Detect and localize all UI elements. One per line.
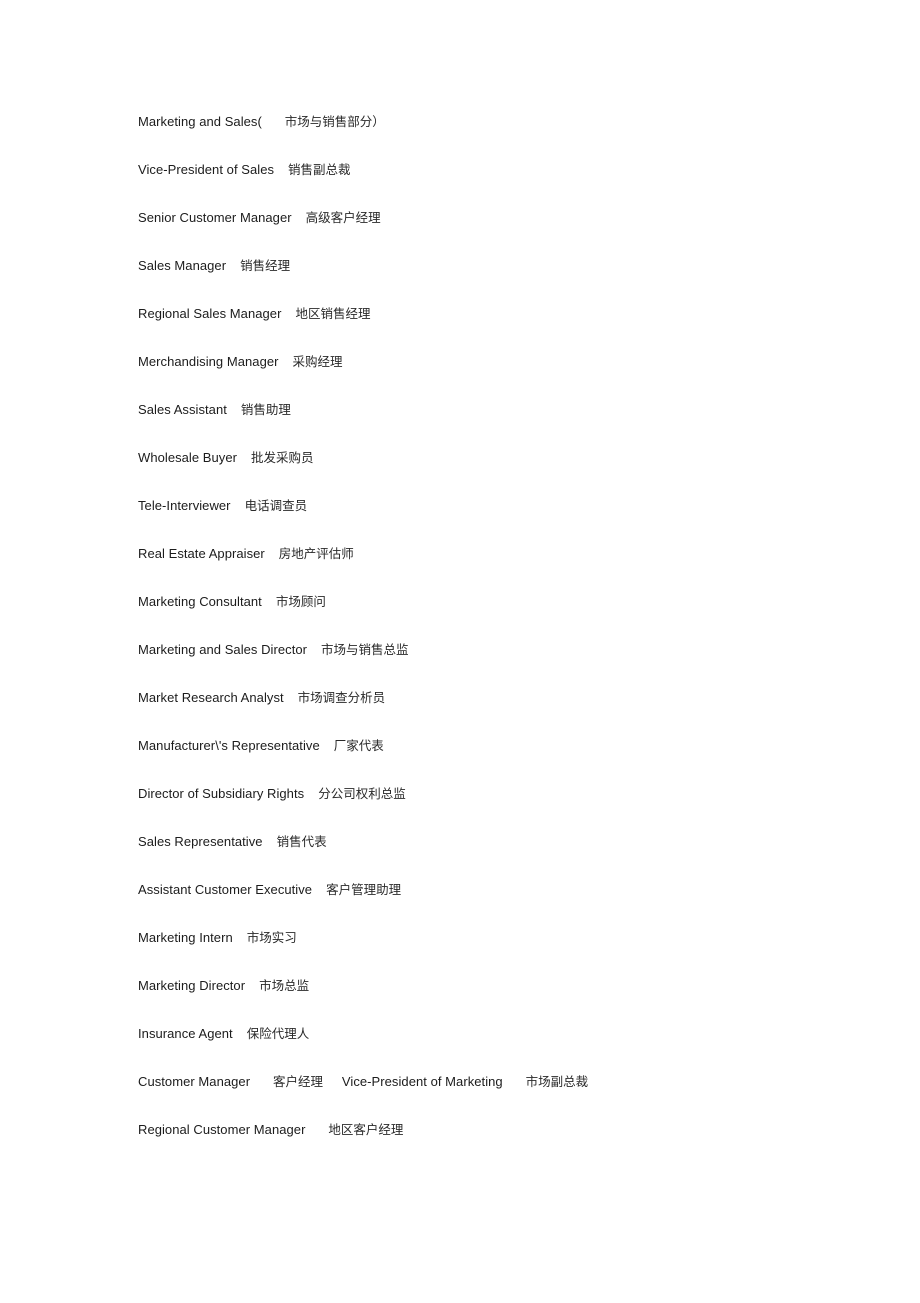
term-cn: 市场顾问 — [275, 595, 326, 609]
glossary-entry: Marketing Intern 市场实习 — [138, 928, 878, 976]
term-cn: 批发采购员 — [251, 451, 314, 465]
term-en: Merchandising Manager — [138, 354, 279, 369]
glossary-entry: Market Research Analyst 市场调查分析员 — [138, 688, 878, 736]
term-en-secondary: Vice-President of Marketing — [341, 1074, 503, 1089]
term-cn: 厂家代表 — [333, 739, 384, 753]
term-cn: 市场总监 — [259, 979, 310, 993]
term-cn: 地区销售经理 — [295, 307, 371, 321]
term-en: Real Estate Appraiser — [138, 546, 265, 561]
term-en: Insurance Agent — [138, 1026, 233, 1041]
term-cn: 分公司权利总监 — [318, 787, 406, 801]
document-body: Marketing and Sales( 市场与销售部分） Vice-Presi… — [138, 112, 878, 1168]
term-en: Manufacturer\'s Representative — [138, 738, 320, 753]
term-en: Sales Representative — [138, 834, 263, 849]
term-cn: 市场实习 — [246, 931, 297, 945]
glossary-entry: Assistant Customer Executive 客户管理助理 — [138, 880, 878, 928]
glossary-entry: Real Estate Appraiser 房地产评估师 — [138, 544, 878, 592]
glossary-entry-paired: Customer Manager 客户经理 Vice-President of … — [138, 1072, 878, 1120]
glossary-entry: Director of Subsidiary Rights 分公司权利总监 — [138, 784, 878, 832]
term-en: Regional Customer Manager — [138, 1122, 306, 1137]
term-cn: 市场与销售总监 — [321, 643, 409, 657]
term-en: Sales Manager — [138, 258, 227, 273]
term-cn: 高级客户经理 — [305, 211, 381, 225]
term-en: Market Research Analyst — [138, 690, 284, 705]
term-en: Marketing Director — [138, 978, 246, 993]
glossary-entry: Insurance Agent 保险代理人 — [138, 1024, 878, 1072]
term-cn: 保险代理人 — [246, 1027, 310, 1041]
term-en: Marketing and Sales Director — [138, 642, 308, 657]
glossary-entry: Sales Assistant 销售助理 — [138, 400, 878, 448]
term-cn: 市场调查分析员 — [297, 691, 386, 705]
glossary-entry: Wholesale Buyer 批发采购员 — [138, 448, 878, 496]
glossary-entry: Tele-Interviewer 电话调查员 — [138, 496, 878, 544]
term-en: Regional Sales Manager — [138, 306, 282, 321]
glossary-entry: Marketing and Sales Director 市场与销售总监 — [138, 640, 878, 688]
term-cn: 客户经理 — [272, 1075, 323, 1089]
term-en: Marketing Intern — [138, 930, 233, 945]
section-heading-cn: 市场与销售部分） — [284, 115, 385, 129]
term-en: Customer Manager — [138, 1074, 251, 1089]
glossary-entry: Vice-President of Sales 销售副总裁 — [138, 160, 878, 208]
glossary-entry: Merchandising Manager 采购经理 — [138, 352, 878, 400]
term-en: Vice-President of Sales — [138, 162, 275, 177]
term-cn: 销售副总裁 — [288, 163, 351, 177]
term-cn: 销售代表 — [276, 835, 327, 849]
glossary-entry-list: Vice-President of Sales 销售副总裁 Senior Custo… — [138, 160, 878, 1072]
glossary-entry: Senior Customer Manager 高级客户经理 — [138, 208, 878, 256]
term-cn: 销售助理 — [240, 403, 291, 417]
glossary-entry: Regional Sales Manager 地区销售经理 — [138, 304, 878, 352]
glossary-entry-final: Regional Customer Manager 地区客户经理 — [138, 1120, 878, 1168]
glossary-entry: Sales Representative 销售代表 — [138, 832, 878, 880]
term-cn-secondary: 市场副总裁 — [525, 1075, 589, 1089]
term-cn: 电话调查员 — [244, 499, 308, 513]
term-cn: 地区客户经理 — [328, 1123, 404, 1137]
glossary-entry: Manufacturer\'s Representative 厂家代表 — [138, 736, 878, 784]
glossary-entry: Sales Manager 销售经理 — [138, 256, 878, 304]
glossary-entry: Marketing Consultant 市场顾问 — [138, 592, 878, 640]
term-cn: 客户管理助理 — [326, 883, 402, 897]
term-en: Marketing Consultant — [138, 594, 262, 609]
term-cn: 采购经理 — [292, 355, 343, 369]
term-cn: 销售经理 — [240, 259, 291, 273]
term-en: Tele-Interviewer — [138, 498, 231, 513]
glossary-entry: Marketing Director 市场总监 — [138, 976, 878, 1024]
section-heading: Marketing and Sales( 市场与销售部分） — [138, 112, 878, 160]
term-cn: 房地产评估师 — [278, 547, 354, 561]
term-en: Sales Assistant — [138, 402, 227, 417]
section-heading-en: Marketing and Sales( — [138, 114, 262, 129]
term-en: Senior Customer Manager — [138, 210, 292, 225]
term-en: Wholesale Buyer — [138, 450, 238, 465]
term-en: Assistant Customer Executive — [138, 882, 313, 897]
term-en: Director of Subsidiary Rights — [138, 786, 305, 801]
